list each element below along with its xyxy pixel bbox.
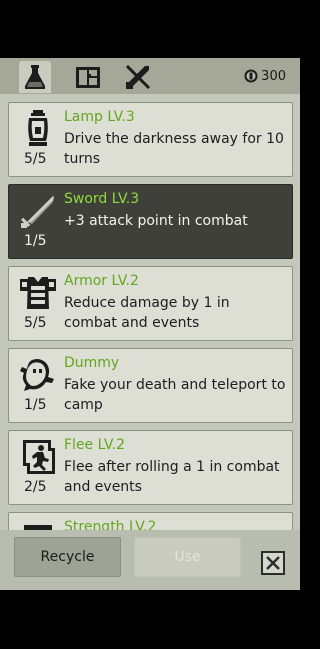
lamp-icon [28, 110, 48, 146]
item-title: Lamp LV.3 [64, 109, 135, 125]
close-icon [266, 556, 280, 570]
crossed-sword-icon [125, 64, 151, 90]
flee-icon [23, 440, 55, 474]
item-description: Fake your death and teleport to camp [64, 377, 286, 413]
list-item-dummy[interactable]: 1/5 Dummy Fake your death and teleport t… [8, 348, 293, 423]
use-button[interactable]: Use [134, 537, 241, 577]
item-count: 1/5 [24, 233, 47, 249]
potion-icon [25, 65, 45, 89]
item-count: 1/5 [24, 397, 47, 413]
chest-icon [76, 67, 100, 88]
game-screen: 300 5/5 Lamp LV.3 Drive the darkness awa… [0, 0, 300, 649]
recycle-button[interactable]: Recycle [14, 537, 121, 577]
list-item-flee[interactable]: 2/5 Flee LV.2 Flee after rolling a 1 in … [8, 430, 293, 505]
coin-icon [244, 69, 258, 83]
item-count: 5/5 [24, 151, 47, 167]
item-title: Armor LV.2 [64, 273, 139, 289]
tab-chest[interactable] [72, 61, 104, 93]
strength-icon [24, 525, 52, 530]
sword-icon [21, 196, 54, 228]
list-item-sword[interactable]: 1/5 Sword LV.3 +3 attack point in combat [8, 184, 293, 259]
item-count: 2/5 [24, 479, 47, 495]
action-footer: Recycle Use [0, 530, 300, 590]
item-count: 5/5 [24, 315, 47, 331]
item-description: +3 attack point in combat [64, 213, 248, 229]
item-title: Strength LV.2 [64, 519, 157, 530]
item-title: Sword LV.3 [64, 191, 140, 207]
ghost-icon [20, 359, 54, 391]
armor-icon [20, 277, 56, 309]
item-list[interactable]: 5/5 Lamp LV.3 Drive the darkness away fo… [0, 94, 300, 530]
item-description: Flee after rolling a 1 in combat and eve… [64, 459, 280, 495]
item-description: Reduce damage by 1 in combat and events [64, 295, 230, 331]
inventory-panel: 300 5/5 Lamp LV.3 Drive the darkness awa… [0, 58, 300, 590]
navigation-bar [0, 590, 300, 649]
list-item-strength[interactable]: Strength LV.2 [8, 512, 293, 530]
tab-equipment[interactable] [122, 61, 154, 93]
tab-potions[interactable] [19, 61, 51, 93]
item-description: Drive the darkness away for 10 turns [64, 131, 284, 167]
list-item-lamp[interactable]: 5/5 Lamp LV.3 Drive the darkness away fo… [8, 102, 293, 177]
list-item-armor[interactable]: 5/5 Armor LV.2 Reduce damage by 1 in com… [8, 266, 293, 341]
currency-display: 300 [244, 67, 286, 85]
status-bar [0, 0, 300, 58]
tab-bar: 300 [0, 58, 300, 94]
item-title: Dummy [64, 355, 120, 371]
close-button[interactable] [261, 551, 285, 575]
currency-amount: 300 [261, 68, 286, 84]
item-title: Flee LV.2 [64, 437, 126, 453]
